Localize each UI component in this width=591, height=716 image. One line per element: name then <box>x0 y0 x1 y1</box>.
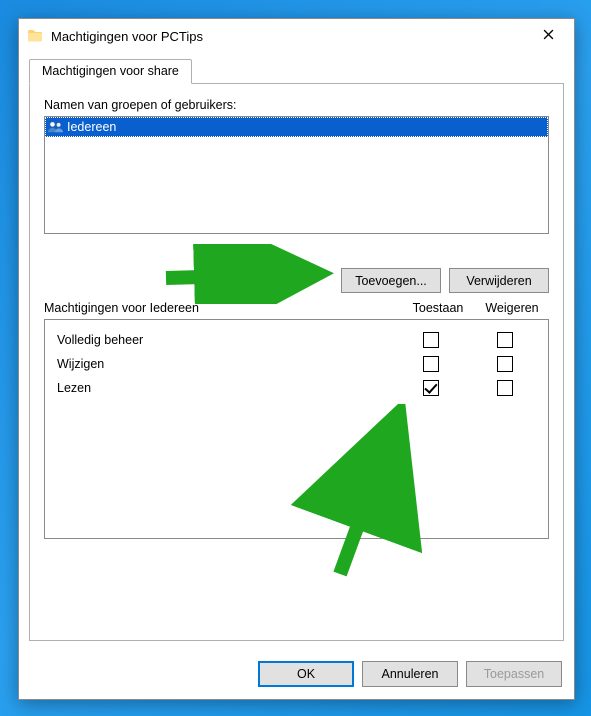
titlebar: Machtigingen voor PCTips <box>19 19 574 53</box>
permissions-for-label: Machtigingen voor Iedereen <box>44 301 401 315</box>
principal-name: Iedereen <box>67 120 116 134</box>
tab-share[interactable]: Machtigingen voor share <box>29 59 192 84</box>
remove-button[interactable]: Verwijderen <box>449 268 549 293</box>
folder-icon <box>27 28 43 44</box>
list-item[interactable]: Iedereen <box>45 117 548 137</box>
groups-label: Namen van groepen of gebruikers: <box>44 98 549 112</box>
deny-read-checkbox[interactable] <box>497 380 513 396</box>
close-button[interactable] <box>526 20 570 48</box>
principal-buttons: Toevoegen... Verwijderen <box>44 268 549 293</box>
ok-button[interactable]: OK <box>258 661 354 687</box>
permissions-header: Machtigingen voor Iedereen Toestaan Weig… <box>44 301 549 315</box>
cancel-button[interactable]: Annuleren <box>362 661 458 687</box>
permissions-list: Volledig beheer Wijzigen Lezen <box>44 319 549 539</box>
allow-change-checkbox[interactable] <box>423 356 439 372</box>
perm-name: Volledig beheer <box>51 333 394 347</box>
perm-row-change: Wijzigen <box>51 352 542 376</box>
dialog-buttons: OK Annuleren Toepassen <box>19 651 574 699</box>
group-icon <box>47 120 63 134</box>
perm-name: Lezen <box>51 381 394 395</box>
dialog-client-area: Machtigingen voor share Namen van groepe… <box>19 53 574 651</box>
desktop-background: Machtigingen voor PCTips Machtigingen vo… <box>0 0 591 716</box>
tabstrip: Machtigingen voor share <box>29 59 564 84</box>
apply-button[interactable]: Toepassen <box>466 661 562 687</box>
allow-full-checkbox[interactable] <box>423 332 439 348</box>
perm-row-read: Lezen <box>51 376 542 400</box>
principals-list[interactable]: Iedereen <box>44 116 549 234</box>
window-title: Machtigingen voor PCTips <box>51 29 203 44</box>
deny-column-header: Weigeren <box>475 301 549 315</box>
perm-name: Wijzigen <box>51 357 394 371</box>
allow-column-header: Toestaan <box>401 301 475 315</box>
perm-row-full: Volledig beheer <box>51 328 542 352</box>
allow-read-checkbox[interactable] <box>423 380 439 396</box>
deny-full-checkbox[interactable] <box>497 332 513 348</box>
permissions-dialog: Machtigingen voor PCTips Machtigingen vo… <box>18 18 575 700</box>
add-button[interactable]: Toevoegen... <box>341 268 441 293</box>
deny-change-checkbox[interactable] <box>497 356 513 372</box>
tab-panel: Namen van groepen of gebruikers: Iederee… <box>29 83 564 641</box>
